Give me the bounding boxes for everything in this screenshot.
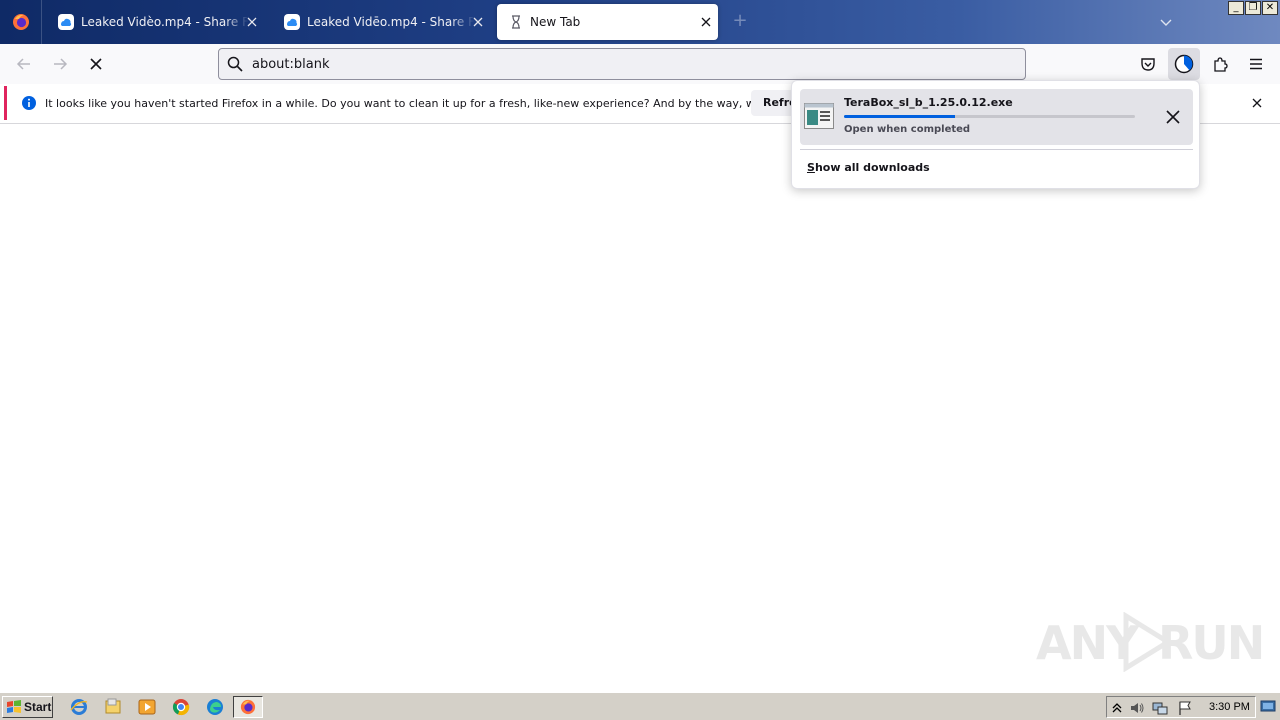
tab-title: Leaked Vidēo.mp4 - Share Files Online	[307, 15, 475, 29]
forward-arrow-icon[interactable]	[50, 54, 70, 74]
tab-strip: Leaked Vidèo.mp4 - Share Files Online Le…	[0, 0, 1280, 44]
system-tray: 3:30 PM	[1106, 696, 1256, 718]
list-all-tabs-chevron-down-icon[interactable]	[1158, 14, 1174, 30]
download-progress-fill	[844, 115, 955, 118]
hourglass-icon	[512, 15, 520, 29]
tab-leaked-video-1[interactable]: Leaked Vidèo.mp4 - Share Files Online	[46, 4, 264, 40]
file-explorer-folder-icon[interactable]	[104, 698, 122, 716]
internet-explorer-icon[interactable]	[70, 698, 88, 716]
exe-file-icon	[804, 103, 834, 129]
download-progress-icon	[1174, 54, 1194, 74]
tab-new-tab[interactable]: New Tab	[497, 4, 718, 40]
edge-icon[interactable]	[206, 698, 224, 716]
terabox-cloud-icon	[284, 14, 300, 30]
tab-close-icon[interactable]	[470, 14, 486, 30]
downloads-button[interactable]	[1168, 48, 1200, 80]
start-button[interactable]: Start	[2, 696, 53, 718]
firefox-view-button[interactable]	[0, 0, 42, 44]
close-notification-icon[interactable]	[1250, 96, 1264, 110]
downloads-panel: TeraBox_sl_b_1.25.0.12.exe Open when com…	[791, 80, 1200, 189]
navigation-toolbar: about:blank	[0, 44, 1280, 84]
firefox-logo-icon	[12, 14, 29, 30]
download-progress-bar	[844, 115, 1135, 118]
address-bar[interactable]: about:blank	[218, 48, 1026, 80]
windows-logo-icon	[7, 700, 21, 713]
windows-taskbar: Start 3:30 PM	[0, 692, 1280, 720]
stop-loading-icon[interactable]	[86, 54, 106, 74]
firefox-logo-icon	[240, 699, 256, 715]
tab-close-icon[interactable]	[244, 14, 260, 30]
media-player-icon[interactable]	[138, 698, 156, 716]
anyrun-watermark: ANY RUN	[1036, 610, 1265, 674]
hamburger-menu-icon[interactable]	[1246, 54, 1266, 74]
download-status: Open when completed	[844, 124, 971, 135]
info-icon	[22, 96, 36, 110]
panel-divider	[800, 149, 1193, 150]
tab-title: Leaked Vidèo.mp4 - Share Files Online	[81, 15, 249, 29]
download-item[interactable]: TeraBox_sl_b_1.25.0.12.exe Open when com…	[800, 89, 1193, 145]
download-filename: TeraBox_sl_b_1.25.0.12.exe	[844, 96, 1013, 109]
search-icon	[227, 56, 243, 72]
show-all-downloads-button[interactable]: Show all downloads	[807, 161, 930, 174]
taskbar-clock[interactable]: 3:30 PM	[1209, 701, 1250, 713]
action-center-flag-icon[interactable]	[1177, 700, 1193, 716]
restore-button[interactable]: ❐	[1245, 1, 1261, 15]
minimize-button[interactable]: _	[1228, 1, 1244, 15]
window-controls: _ ❐ ✕	[1228, 1, 1278, 15]
network-icon[interactable]	[1152, 700, 1168, 716]
pocket-icon[interactable]	[1138, 54, 1158, 74]
show-all-label-rest: how all downloads	[814, 161, 930, 174]
tab-leaked-video-2[interactable]: Leaked Vidēo.mp4 - Share Files Online	[272, 4, 490, 40]
extensions-puzzle-icon[interactable]	[1210, 54, 1230, 74]
notification-message: It looks like you haven't started Firefo…	[45, 96, 829, 110]
watermark-right-text: RUN	[1158, 616, 1265, 670]
show-desktop-icon[interactable]	[1260, 698, 1276, 714]
show-hidden-icons-chevron-up-icon[interactable]	[1109, 700, 1125, 716]
cancel-download-icon[interactable]	[1164, 108, 1182, 126]
taskbar-firefox-button[interactable]	[233, 696, 263, 718]
new-tab-button[interactable]: +	[730, 12, 750, 32]
volume-speaker-icon[interactable]	[1129, 700, 1145, 716]
close-button[interactable]: ✕	[1262, 1, 1278, 15]
start-label: Start	[24, 700, 52, 714]
chrome-icon[interactable]	[172, 698, 190, 716]
tab-title: New Tab	[530, 15, 581, 29]
terabox-cloud-icon	[58, 14, 74, 30]
tab-close-icon[interactable]	[698, 14, 714, 30]
url-text: about:blank	[252, 56, 330, 72]
accesskey-letter: S	[807, 161, 815, 174]
back-arrow-icon[interactable]	[14, 54, 34, 74]
